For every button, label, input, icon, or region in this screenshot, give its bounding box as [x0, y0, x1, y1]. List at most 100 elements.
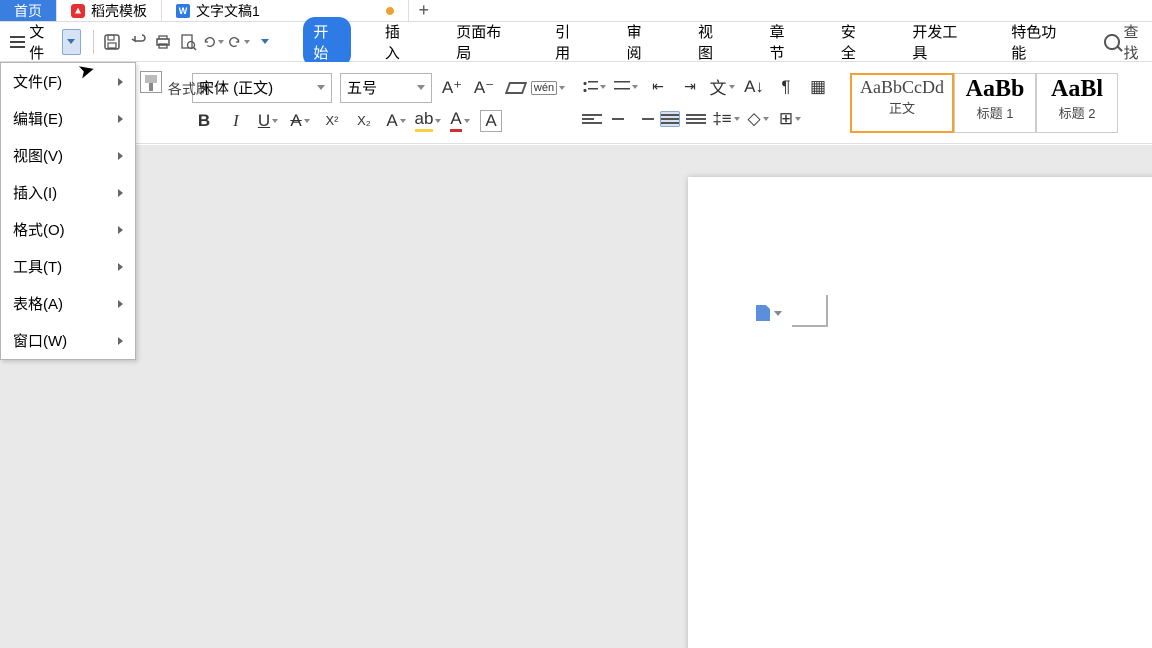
underline-button[interactable]: U	[256, 109, 280, 133]
line-spacing-button[interactable]: ‡≡	[714, 107, 738, 131]
align-center-button[interactable]	[608, 111, 628, 127]
align-distribute-button[interactable]	[686, 111, 706, 127]
decrease-font-button[interactable]	[472, 76, 496, 100]
font-size-select[interactable]: 五号	[340, 73, 432, 103]
increase-font-button[interactable]	[440, 76, 464, 100]
font-color-glyph: A	[386, 111, 397, 131]
numbers-icon	[614, 80, 630, 94]
menu-tools[interactable]: 工具(T)	[1, 248, 135, 285]
ribbon-security[interactable]: 安全	[831, 17, 878, 67]
ribbon-review[interactable]: 审阅	[617, 17, 664, 67]
align-justify-button[interactable]	[660, 111, 680, 127]
file-menu-label: 文件	[29, 21, 58, 63]
character-border-button[interactable]: A	[480, 110, 502, 132]
chevron-down-icon	[774, 311, 782, 316]
style-normal[interactable]: AaBbCcDd 正文	[850, 73, 954, 133]
menu-file[interactable]: 文件(F)	[1, 63, 135, 100]
section-tag-button[interactable]	[756, 305, 782, 321]
style-preview: AaBb	[963, 76, 1027, 103]
text-effects-button[interactable]: A	[384, 109, 408, 133]
decrease-indent-button[interactable]: ⇤	[646, 75, 670, 99]
show-marks-button[interactable]: ¶	[774, 75, 798, 99]
style-preview: AaBl	[1045, 76, 1109, 103]
save-icon[interactable]	[102, 31, 123, 53]
ribbon-view[interactable]: 视图	[688, 17, 735, 67]
separator	[93, 30, 94, 54]
menu-table[interactable]: 表格(A)	[1, 285, 135, 322]
strike-glyph: A	[290, 111, 301, 131]
ribbon-special[interactable]: 特色功能	[1001, 17, 1076, 67]
redo-button[interactable]	[228, 31, 250, 53]
clear-format-button[interactable]	[504, 76, 528, 100]
print-preview-icon[interactable]	[177, 31, 198, 53]
submenu-arrow-icon	[118, 300, 123, 308]
phonetic-guide-button[interactable]: wén	[536, 76, 560, 100]
shading-button[interactable]: ◇	[746, 107, 770, 131]
ribbon-insert[interactable]: 插入	[375, 17, 422, 67]
tab-writer-label: 文字文稿1	[196, 1, 260, 21]
menu-format[interactable]: 格式(O)	[1, 211, 135, 248]
bold-button[interactable]: B	[192, 109, 216, 133]
file-menu-button[interactable]: 文件	[6, 17, 85, 67]
chevron-down-icon	[400, 119, 406, 123]
chevron-down-icon	[559, 86, 565, 90]
toolbar-overflow-button[interactable]	[254, 31, 275, 53]
formatting-toolbar: 各式刷 宋体 (正文) 五号 wén B I U A X² X₂ A ab A …	[0, 62, 1152, 144]
ribbon-devtools[interactable]: 开发工具	[902, 17, 977, 67]
menu-insert[interactable]: 插入(I)	[1, 174, 135, 211]
docer-icon	[71, 4, 85, 18]
format-painter-button[interactable]: 各式刷	[140, 72, 210, 99]
chevron-down-icon	[600, 85, 606, 89]
chevron-down-icon	[435, 119, 441, 123]
menu-edit[interactable]: 编辑(E)	[1, 100, 135, 137]
text-direction-button[interactable]: 文	[710, 75, 734, 99]
highlight-button[interactable]: ab	[416, 109, 440, 133]
chevron-down-icon	[417, 85, 425, 90]
align-right-button[interactable]	[634, 111, 654, 127]
ribbon-section[interactable]: 章节	[759, 17, 806, 67]
style-heading1[interactable]: AaBb 标题 1	[954, 73, 1036, 133]
font-family-select[interactable]: 宋体 (正文)	[192, 73, 332, 103]
ribbon-reference[interactable]: 引用	[545, 17, 592, 67]
chevron-down-icon	[304, 119, 310, 123]
chevron-down-icon	[261, 39, 269, 44]
borders-button[interactable]: ⊞	[778, 107, 802, 131]
menu-view[interactable]: 视图(V)	[1, 137, 135, 174]
style-label: 正文	[860, 98, 944, 117]
menu-label: 插入(I)	[13, 182, 57, 203]
menu-label: 文件(F)	[13, 71, 62, 92]
menu-label: 视图(V)	[13, 145, 63, 166]
output-pdf-icon[interactable]	[127, 31, 148, 53]
file-menu-dropdown-button[interactable]	[62, 29, 81, 55]
table-button[interactable]: ▦	[806, 75, 830, 99]
menu-window[interactable]: 窗口(W)	[1, 322, 135, 359]
submenu-arrow-icon	[118, 78, 123, 86]
number-list-button[interactable]	[614, 75, 638, 99]
text-color-glyph: A	[450, 109, 461, 132]
font-family-value: 宋体 (正文)	[199, 77, 273, 98]
search-button[interactable]: 查找	[1104, 21, 1152, 63]
increase-indent-button[interactable]: ⇥	[678, 75, 702, 99]
document-page[interactable]	[688, 177, 1152, 648]
style-heading2[interactable]: AaBl 标题 2	[1036, 73, 1118, 133]
align-group	[582, 111, 706, 127]
print-icon[interactable]	[152, 31, 173, 53]
submenu-arrow-icon	[118, 337, 123, 345]
align-left-button[interactable]	[582, 111, 602, 127]
submenu-arrow-icon	[118, 152, 123, 160]
ribbon-start[interactable]: 开始	[303, 17, 350, 67]
undo-button[interactable]	[202, 31, 224, 53]
page-icon	[756, 305, 770, 321]
underline-glyph: U	[258, 111, 270, 131]
font-size-value: 五号	[347, 77, 377, 98]
font-color-button[interactable]: A	[448, 109, 472, 133]
superscript-button[interactable]: X²	[320, 109, 344, 133]
subscript-button[interactable]: X₂	[352, 109, 376, 133]
strikethrough-button[interactable]: A	[288, 109, 312, 133]
sort-button[interactable]: A↓	[742, 75, 766, 99]
bullet-list-button[interactable]	[582, 75, 606, 99]
italic-button[interactable]: I	[224, 109, 248, 133]
ribbon-pagelayout[interactable]: 页面布局	[446, 17, 521, 67]
unsaved-dot-icon	[386, 7, 394, 15]
menu-label: 窗口(W)	[13, 330, 67, 351]
